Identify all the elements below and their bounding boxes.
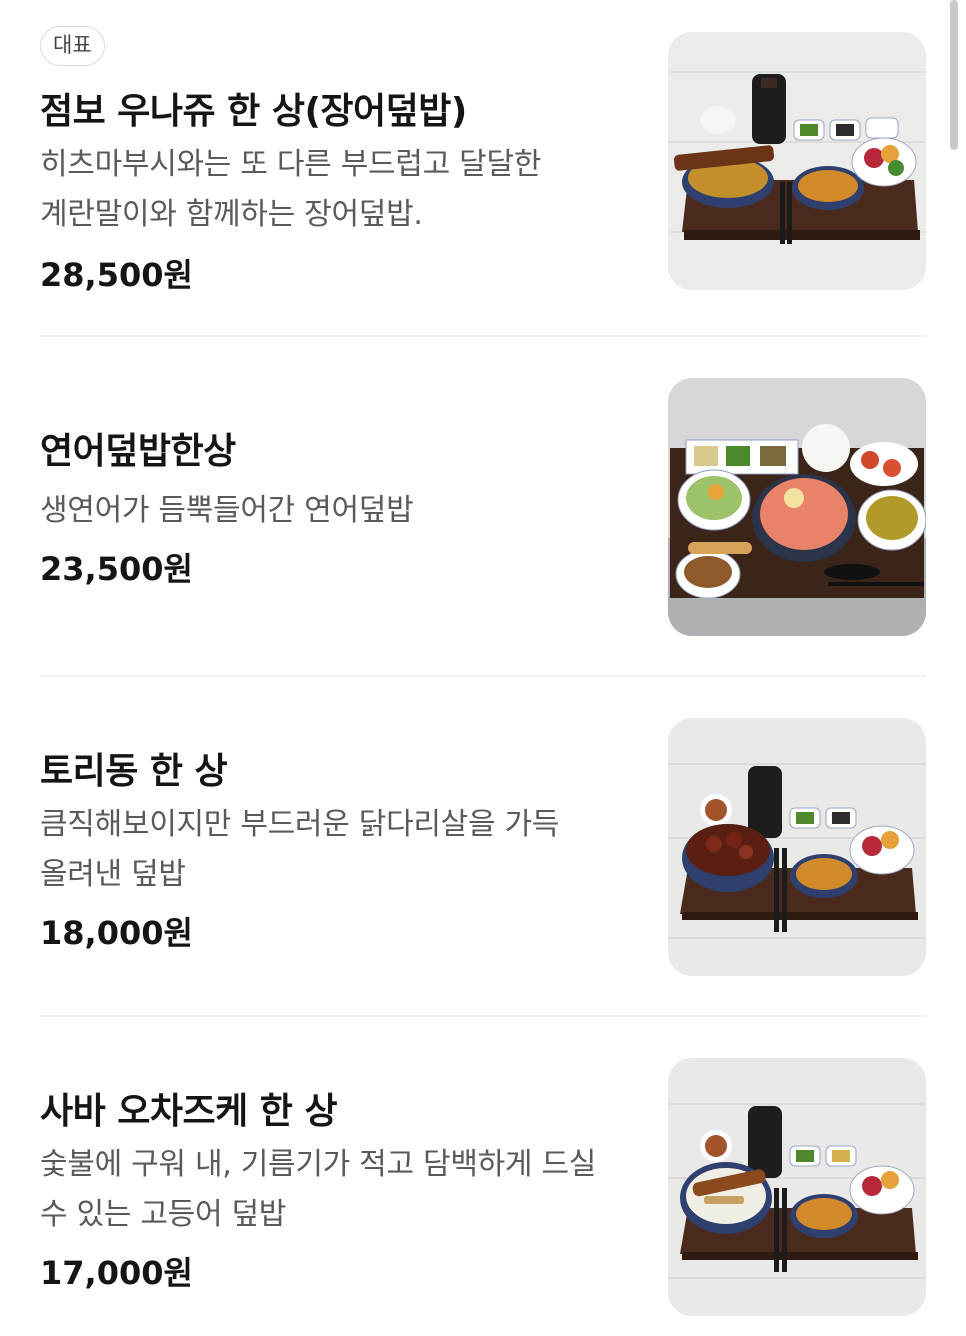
menu-item-salmon[interactable]: 연어덮밥한상 생연어가 듬뿍들어간 연어덮밥 23,500원 (0, 340, 966, 677)
menu-item-name: 연어덮밥한상 (40, 431, 236, 472)
menu-item-image[interactable] (668, 32, 926, 290)
menu-item-name: 점보 우나쥬 한 상(장어덮밥) (40, 91, 467, 132)
menu-item-price: 28,500원 (40, 256, 193, 294)
item-divider (40, 1015, 926, 1017)
menu-item-description: 히츠마부시와는 또 다른 부드럽고 달달한 계란말이와 함께하는 장어덮밥. (40, 147, 542, 232)
salmon-set-photo (668, 378, 926, 636)
scrollbar[interactable] (950, 0, 958, 150)
item-divider (40, 335, 926, 337)
menu-list: 대표 점보 우나쥬 한 상(장어덮밥) 히츠마부시와는 또 다른 부드럽고 달달… (0, 0, 966, 1336)
mackerel-set-photo (668, 1058, 926, 1316)
menu-item-image[interactable] (668, 378, 926, 636)
item-divider (40, 675, 926, 677)
menu-item-name: 사바 오차즈케 한 상 (40, 1091, 338, 1132)
menu-item-price: 18,000원 (40, 914, 193, 952)
menu-item-mackerel[interactable]: 사바 오차즈케 한 상 숯불에 구워 내, 기름기가 적고 담백하게 드실 수 … (0, 1020, 966, 1336)
signature-badge: 대표 (40, 26, 105, 66)
menu-item-description: 큼직해보이지만 부드러운 닭다리살을 가득 올려낸 덮밥 (40, 807, 560, 892)
menu-item-image[interactable] (668, 718, 926, 976)
menu-item-price: 23,500원 (40, 550, 193, 588)
menu-item-name: 토리동 한 상 (40, 751, 228, 792)
menu-item-price: 17,000원 (40, 1254, 193, 1292)
chicken-set-photo (668, 718, 926, 976)
menu-item-eel[interactable]: 대표 점보 우나쥬 한 상(장어덮밥) 히츠마부시와는 또 다른 부드럽고 달달… (0, 0, 966, 337)
menu-item-description: 숯불에 구워 내, 기름기가 적고 담백하게 드실 수 있는 고등어 덮밥 (40, 1147, 597, 1232)
menu-item-description: 생연어가 듬뿍들어간 연어덮밥 (40, 493, 414, 528)
menu-item-chicken[interactable]: 토리동 한 상 큼직해보이지만 부드러운 닭다리살을 가득 올려낸 덮밥 18,… (0, 680, 966, 1017)
menu-item-image[interactable] (668, 1058, 926, 1316)
eel-set-photo (668, 32, 926, 290)
